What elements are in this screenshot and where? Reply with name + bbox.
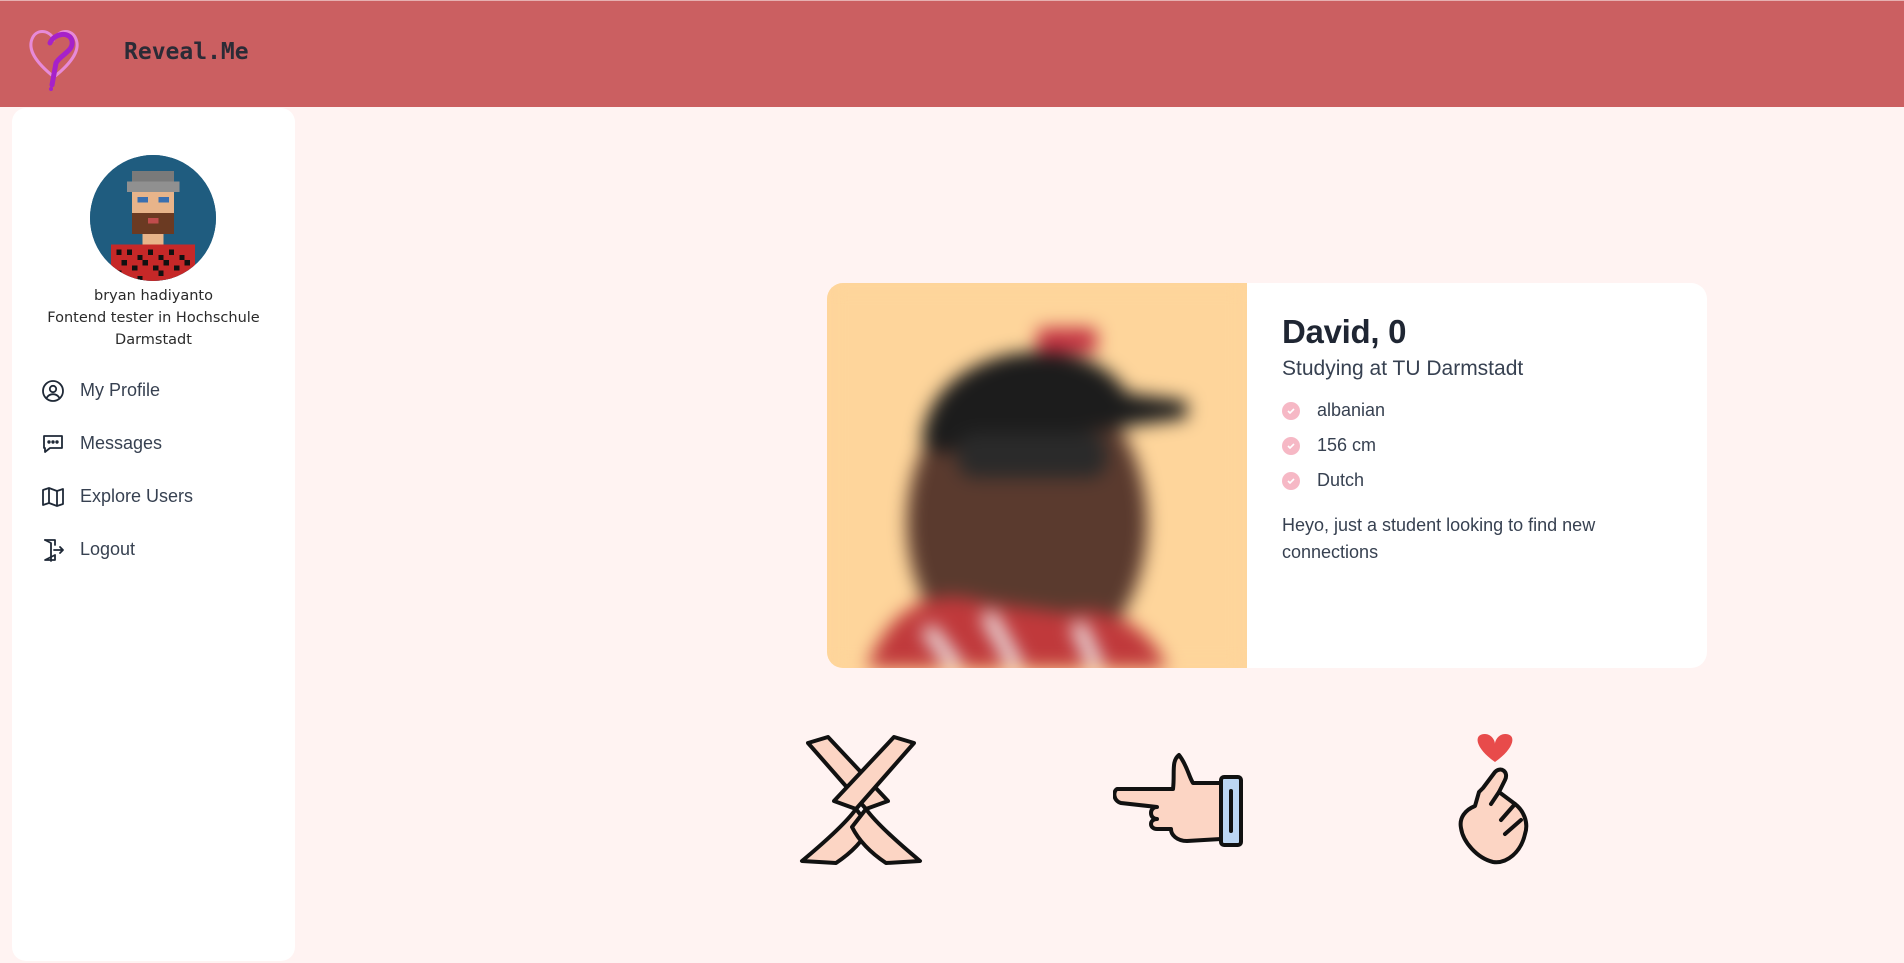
- like-button[interactable]: [1450, 732, 1540, 872]
- user-bio: Fontend tester in Hochschule Darmstadt: [47, 310, 260, 348]
- finger-heart-icon: [1455, 730, 1535, 875]
- next-button[interactable]: [1110, 748, 1250, 858]
- sidebar: bryan hadiyanto Fontend tester in Hochsc…: [12, 108, 295, 961]
- top-header: Reveal.Me: [0, 0, 1904, 107]
- profile-subtitle: Studying at TU Darmstadt: [1282, 357, 1524, 380]
- trait-label: 156 cm: [1317, 435, 1377, 455]
- app-brand[interactable]: Reveal.Me: [124, 39, 249, 65]
- reject-button[interactable]: [791, 731, 931, 871]
- sidebar-item-label: Explore Users: [80, 486, 194, 506]
- chat-bubble-icon: [40, 431, 66, 457]
- sidebar-item-explore-users[interactable]: Explore Users: [40, 470, 280, 523]
- trait-label: albanian: [1317, 400, 1386, 420]
- check-circle-icon: [1282, 471, 1300, 490]
- trait-label: Dutch: [1317, 470, 1365, 490]
- pointing-hand-icon: [1111, 751, 1248, 856]
- crossed-hands-icon: [796, 731, 926, 871]
- check-circle-icon: [1282, 401, 1300, 420]
- user-circle-icon: [40, 378, 66, 404]
- logout-door-icon: [40, 537, 66, 563]
- profile-about: Heyo, just a student looking to find new…: [1282, 515, 1596, 562]
- sidebar-item-label: Logout: [80, 539, 136, 559]
- sidebar-item-label: Messages: [80, 433, 163, 453]
- profile-photo: [827, 283, 1247, 668]
- trait-item: Dutch: [1282, 463, 1682, 498]
- profile-card: David, 0 Studying at TU Darmstadt albani…: [827, 283, 1707, 668]
- heart-question-logo-icon[interactable]: [26, 19, 82, 91]
- sidebar-nav: My Profile Messages Explore Users Logout: [40, 364, 280, 576]
- trait-item: 156 cm: [1282, 428, 1682, 463]
- sidebar-item-logout[interactable]: Logout: [40, 523, 280, 576]
- sidebar-item-my-profile[interactable]: My Profile: [40, 364, 280, 417]
- profile-name: David, 0: [1282, 313, 1407, 350]
- sidebar-item-messages[interactable]: Messages: [40, 417, 280, 470]
- trait-list: albanian 156 cm Dutch: [1282, 393, 1682, 498]
- profile-info: David, 0 Studying at TU Darmstadt albani…: [1282, 313, 1682, 566]
- user-name: bryan hadiyanto: [94, 288, 213, 304]
- sidebar-item-label: My Profile: [80, 380, 161, 400]
- check-circle-icon: [1282, 436, 1300, 455]
- trait-item: albanian: [1282, 393, 1682, 428]
- map-icon: [40, 484, 66, 510]
- avatar[interactable]: [90, 155, 216, 281]
